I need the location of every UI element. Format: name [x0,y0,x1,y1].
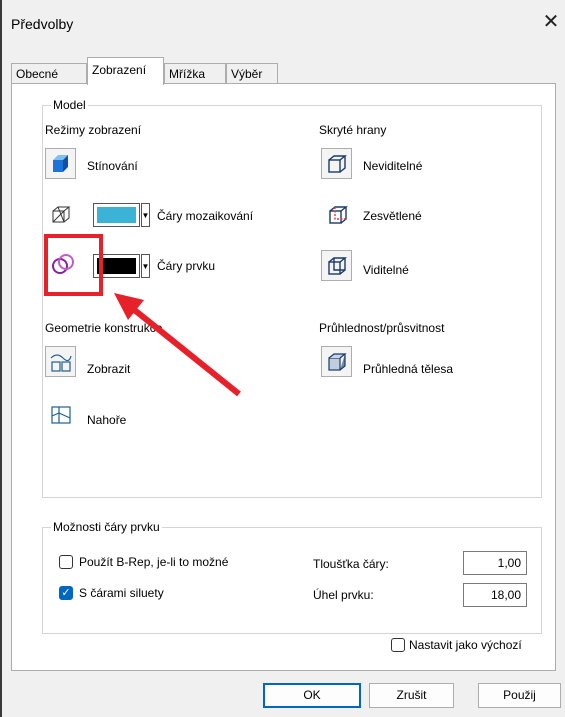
silhouette-checkbox[interactable]: ✓ [59,586,73,600]
transparent-bodies-button[interactable] [321,346,352,377]
hidden-invisible-button[interactable] [321,148,352,179]
model-group-legend: Model [51,98,88,112]
shaded-cube-icon [52,154,68,172]
tab-grid[interactable]: Mřížka [164,63,226,85]
annotation-highlight-box [44,234,103,296]
hidden-invisible-icon [327,154,347,173]
construction-show-label: Zobrazit [87,362,131,376]
set-default-checkbox[interactable] [391,638,405,652]
mesh-color-picker[interactable]: ▼ [93,203,151,227]
shading-button[interactable] [45,148,76,179]
feature-angle-input[interactable]: 18,00 [463,583,527,607]
hidden-edges-heading: Skryté hrany [319,123,387,137]
hidden-dimmed-icon [329,206,348,224]
apply-button[interactable]: Použij [478,683,561,708]
tab-selection[interactable]: Výběr [226,63,278,85]
cancel-button[interactable]: Zrušit [369,683,454,708]
transparent-bodies-label: Průhledná tělesa [363,362,454,376]
feature-options-legend: Možnosti čáry prvku [51,520,162,534]
hidden-visible-button[interactable] [321,250,352,281]
transparency-heading: Průhlednost/průsvitnost [319,321,445,335]
hidden-invisible-label: Neviditelné [363,159,423,173]
transparent-bodies-icon [327,352,347,371]
feature-angle-label: Úhel prvku: [313,588,374,602]
shading-label: Stínování [87,159,138,173]
tab-display[interactable]: Zobrazení [87,57,164,85]
hidden-visible-label: Viditelné [363,263,409,277]
construction-on-top-label: Nahoře [87,413,127,427]
ok-button[interactable]: OK [263,683,361,708]
window-title: Předvolby [11,16,74,32]
construction-show-icon [50,353,72,372]
line-thickness-input[interactable]: 1,00 [463,551,527,575]
display-modes-heading: Režimy zobrazení [45,123,142,137]
brep-label: Použít B-Rep, je-li to možné [79,555,229,569]
mesh-lines-label: Čáry mozaikování [157,209,254,223]
tab-general[interactable]: Obecné [11,63,87,85]
set-default-label: Nastavit jako výchozí [409,638,522,652]
mesh-color-fill [97,207,136,223]
mesh-color-dropdown-icon[interactable]: ▼ [141,203,150,227]
mesh-lines-button[interactable] [48,202,74,228]
wireframe-cube-icon [52,206,71,223]
hidden-dimmed-label: Zesvětlené [363,209,422,223]
feature-lines-label: Čáry prvku [157,259,216,273]
construction-show-button[interactable] [45,346,76,377]
feature-color-dropdown-icon[interactable]: ▼ [141,254,150,278]
preferences-dialog: Předvolby ✕ Obecné Zobrazení Mřížka Výbě… [0,0,565,717]
hidden-visible-icon [327,256,347,275]
title-bar: Předvolby ✕ [2,0,565,44]
construction-on-top-icon [51,406,71,424]
construction-on-top-button[interactable] [48,402,74,428]
line-thickness-label: Tloušťka čáry: [313,557,389,571]
close-icon[interactable]: ✕ [537,8,565,36]
brep-checkbox[interactable] [59,555,73,569]
hidden-dimmed-button[interactable] [325,202,351,228]
construction-geometry-heading: Geometrie konstrukce [45,321,163,335]
tab-panel-display: Model Režimy zobrazení Stínování ▼ Čáry … [11,83,556,671]
silhouette-label: S čárami siluety [79,586,164,600]
mesh-color-swatch[interactable] [93,203,140,227]
feature-options-group: Možnosti čáry prvku [42,520,542,634]
